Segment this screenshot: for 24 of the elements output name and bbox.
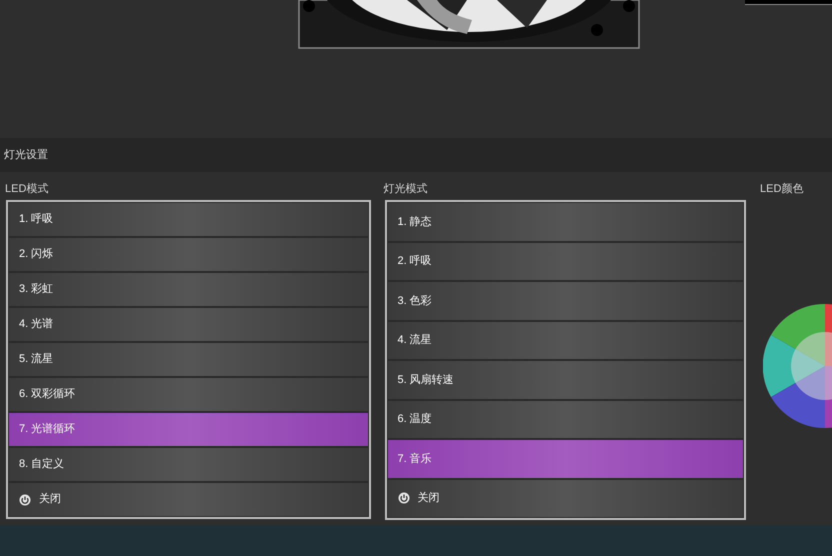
mode-item[interactable]: 8. 自定义	[9, 448, 368, 481]
mode-item[interactable]: 关闭	[388, 480, 743, 517]
mode-item[interactable]: 1. 呼吸	[9, 203, 368, 236]
mode-item[interactable]: 6. 温度	[388, 400, 743, 438]
mode-item[interactable]: 4. 光谱	[9, 308, 368, 341]
section-title: 灯光设置	[4, 148, 48, 163]
mode-item[interactable]: 2. 闪烁	[9, 238, 368, 271]
power-icon	[398, 492, 410, 504]
color-wheel[interactable]	[763, 304, 832, 428]
mode-item[interactable]: 7. 音乐	[388, 440, 743, 478]
mode-item[interactable]: 5. 流星	[9, 343, 368, 376]
mode-item[interactable]: 2. 呼吸	[388, 242, 743, 280]
panel-label: LED颜色	[760, 182, 804, 197]
mode-item[interactable]: 7. 光谱循环	[9, 413, 368, 446]
mode-item[interactable]: 3. 彩虹	[9, 273, 368, 306]
mode-item[interactable]: 1. 静态	[388, 203, 743, 240]
mode-item[interactable]: 关闭	[9, 483, 368, 516]
mode-item[interactable]: 4. 流星	[388, 322, 743, 359]
mode-item[interactable]: 6. 双彩循环	[9, 378, 368, 411]
power-icon	[19, 494, 31, 506]
mode-item[interactable]: 5. 风扇转速	[388, 361, 743, 398]
mode-item[interactable]: 3. 色彩	[388, 282, 743, 320]
panel-label: LED模式	[4, 182, 50, 197]
panel-label: 灯光模式	[382, 182, 428, 197]
